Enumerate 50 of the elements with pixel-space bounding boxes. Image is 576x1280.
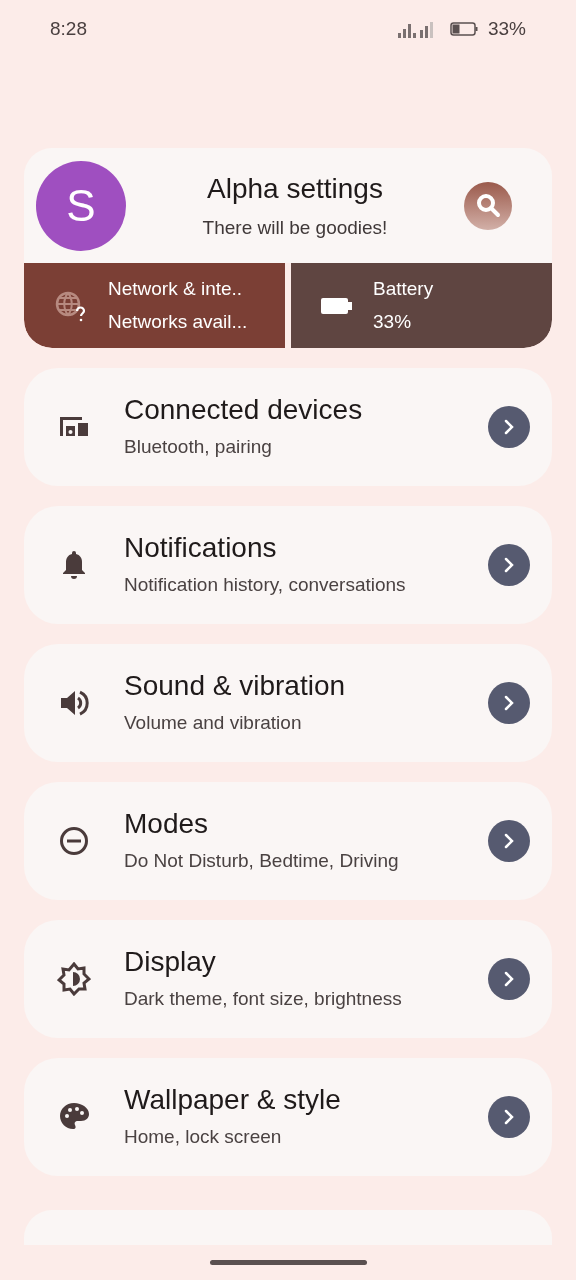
quick-tile[interactable]: Battery 33%	[291, 263, 552, 348]
chevron-right-icon	[502, 971, 516, 987]
chevron-right-icon	[502, 695, 516, 711]
globe-question-icon	[54, 289, 88, 322]
brightness-icon	[57, 962, 91, 996]
item-title: Display	[124, 945, 217, 980]
item-subtitle: Dark theme, font size, brightness	[124, 987, 403, 1012]
item-subtitle: Notification history, conversations	[124, 573, 407, 598]
chevron-button[interactable]	[488, 544, 530, 586]
battery-status-icon	[449, 22, 478, 36]
tile-subtitle: Networks avail...	[108, 309, 248, 334]
header-title: Alpha settings	[207, 172, 383, 207]
settings-item[interactable]: Modes Do Not Disturb, Bedtime, Driving	[24, 782, 552, 900]
item-title: Sound & vibration	[124, 669, 347, 704]
quick-tile[interactable]: Network & inte.. Networks avail...	[24, 263, 285, 348]
item-subtitle: Bluetooth, pairing	[124, 435, 273, 460]
clock: 8:28	[50, 16, 87, 41]
chevron-right-icon	[502, 1109, 516, 1125]
search-icon	[474, 191, 502, 220]
chevron-button[interactable]	[488, 682, 530, 724]
settings-item[interactable]: Connected devices Bluetooth, pairing	[24, 368, 552, 486]
tile-title: Network & inte..	[108, 277, 244, 301]
item-subtitle: Home, lock screen	[124, 1125, 283, 1150]
chevron-button[interactable]	[488, 1096, 530, 1138]
header-subtitle: There will be goodies!	[202, 216, 388, 241]
search-button[interactable]	[464, 181, 512, 230]
chevron-button[interactable]	[488, 958, 530, 1000]
item-title: Wallpaper & style	[124, 1083, 342, 1118]
bell-icon	[60, 549, 88, 581]
item-subtitle: Do Not Disturb, Bedtime, Driving	[124, 849, 400, 874]
minus-circle-icon	[59, 826, 89, 856]
settings-item[interactable]: Sound & vibration Volume and vibration	[24, 644, 552, 762]
item-title: Connected devices	[124, 393, 364, 428]
chevron-button[interactable]	[488, 406, 530, 448]
item-title: Notifications	[124, 531, 278, 566]
settings-item[interactable]: Wallpaper & style Home, lock screen	[24, 1058, 552, 1176]
tile-subtitle: 33%	[373, 309, 413, 334]
chevron-right-icon	[502, 557, 516, 573]
item-title: Modes	[124, 807, 210, 842]
chevron-right-icon	[502, 833, 516, 849]
battery-percent: 33%	[487, 16, 526, 41]
chevron-right-icon	[502, 419, 516, 435]
settings-item[interactable]: Notifications Notification history, conversations	[24, 506, 552, 624]
speaker-icon	[59, 689, 89, 717]
avatar[interactable]: S	[36, 160, 126, 251]
chevron-button[interactable]	[488, 820, 530, 862]
item-subtitle: Volume and vibration	[124, 711, 303, 736]
battery-icon	[321, 296, 353, 315]
settings-item[interactable]: Display Dark theme, font size, brightness	[24, 920, 552, 1038]
tile-title: Battery	[373, 277, 434, 301]
